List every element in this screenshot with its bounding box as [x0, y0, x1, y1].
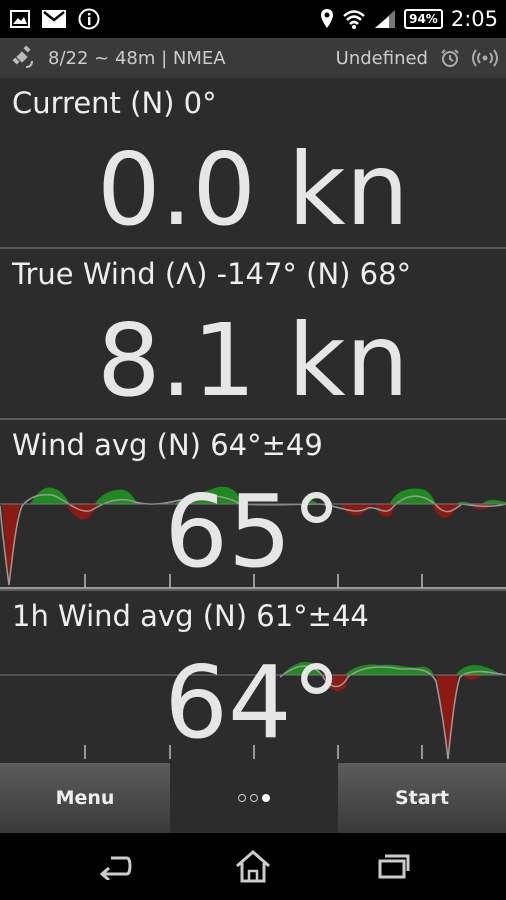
app-header: 8/22 ~ 48m | NMEA Undefined — [0, 38, 506, 78]
true-wind-label: True Wind (Λ) -147° (N) 68° — [12, 257, 412, 291]
page-dot — [250, 794, 258, 802]
location-icon — [321, 9, 334, 28]
navigation-bar — [0, 833, 506, 900]
home-button[interactable] — [233, 848, 273, 884]
mode-label[interactable]: Undefined — [336, 48, 428, 69]
page-dot — [238, 794, 246, 802]
hourly-wind-avg-panel[interactable]: 1h Wind avg (N) 61°±44 64° — [0, 591, 506, 763]
clock: 2:05 — [450, 7, 498, 31]
home-icon — [236, 850, 270, 883]
current-label: Current (N) 0° — [12, 86, 217, 120]
current-panel[interactable]: Current (N) 0° 0.0 kn — [0, 78, 506, 247]
gmail-icon — [42, 10, 66, 28]
recent-apps-icon — [378, 854, 410, 879]
start-button[interactable]: Start — [338, 763, 506, 833]
wind-avg-label: Wind avg (N) 64°±49 — [12, 428, 323, 462]
hourly-wind-avg-label: 1h Wind avg (N) 61°±44 — [12, 599, 369, 633]
menu-button-label: Menu — [55, 787, 115, 809]
page-indicator[interactable] — [170, 763, 338, 833]
start-button-label: Start — [394, 787, 450, 809]
alarm-clock-icon[interactable] — [440, 48, 460, 68]
image-icon — [10, 10, 30, 28]
menu-button[interactable]: Menu — [0, 763, 170, 833]
signal-icon — [375, 10, 396, 28]
page-dot-active — [262, 794, 270, 802]
wifi-icon — [343, 10, 365, 29]
current-value: 0.0 kn — [96, 131, 410, 247]
wind-avg-panel[interactable]: Wind avg (N) 64°±49 65° — [0, 420, 506, 589]
info-icon — [78, 8, 100, 30]
wind-avg-value: 65° — [164, 473, 342, 589]
broadcast-icon[interactable] — [472, 49, 498, 67]
back-button[interactable] — [95, 848, 135, 884]
satellite-icon[interactable] — [10, 45, 36, 71]
battery-indicator: 94% — [404, 9, 443, 29]
true-wind-value: 8.1 kn — [96, 302, 410, 418]
connection-status: 8/22 ~ 48m | NMEA — [48, 47, 226, 69]
recent-apps-button[interactable] — [373, 848, 413, 884]
true-wind-panel[interactable]: True Wind (Λ) -147° (N) 68° 8.1 kn — [0, 249, 506, 418]
action-bar: Menu Start — [0, 763, 506, 833]
hourly-wind-avg-value: 64° — [164, 644, 342, 761]
back-icon — [99, 856, 132, 880]
status-bar: 94% 2:05 — [0, 0, 506, 38]
